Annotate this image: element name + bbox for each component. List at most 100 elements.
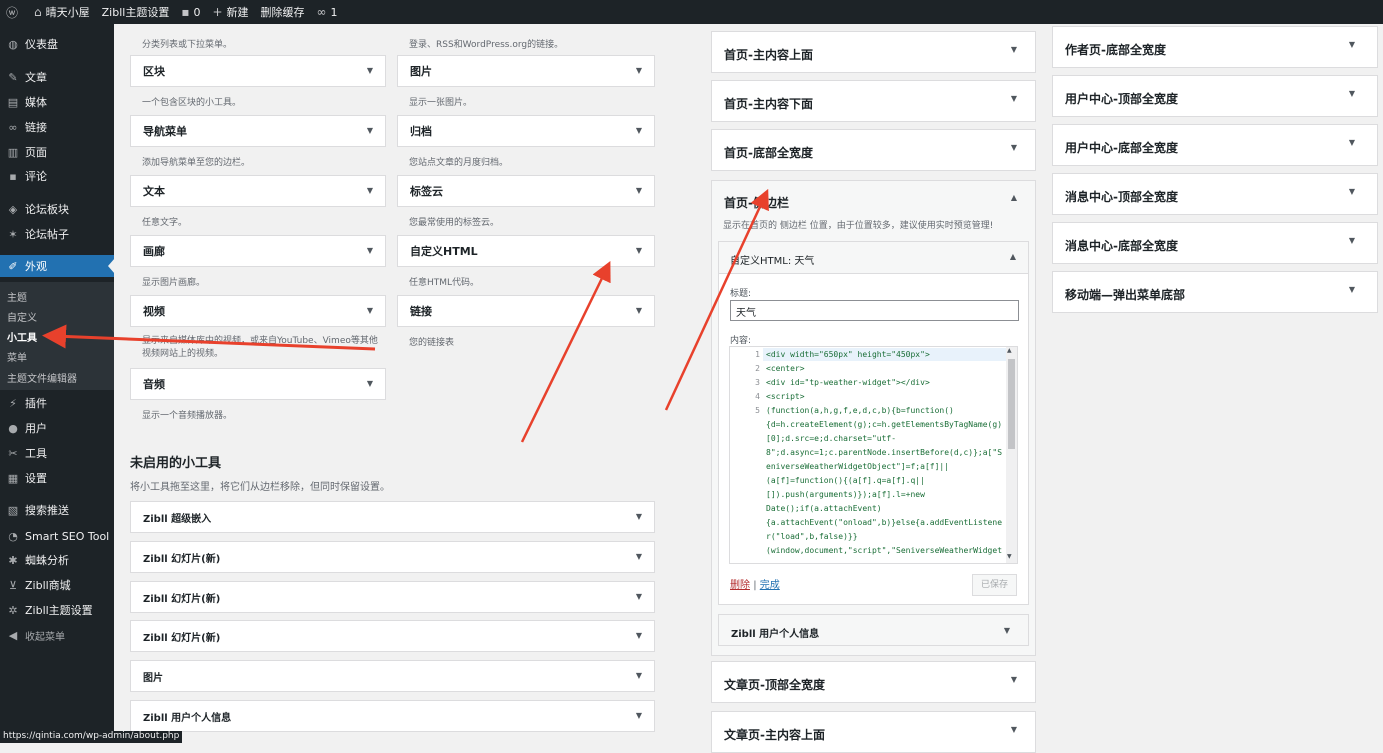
inactive-widget[interactable]: Zibll 用户个人信息 ▼: [130, 700, 655, 732]
submenu-item[interactable]: 自定义: [7, 309, 37, 324]
sidebar-item-tools[interactable]: ✂ 工具: [0, 442, 114, 464]
available-widget[interactable]: 音频 ▼: [130, 368, 386, 400]
scrollbar-thumb[interactable]: [1008, 359, 1015, 449]
widget-header[interactable]: 自定义HTML: 天气 ▲: [719, 242, 1028, 274]
chevron-down-icon[interactable]: ▼: [636, 631, 642, 640]
chevron-down-icon[interactable]: ▼: [367, 379, 373, 388]
chevron-down-icon[interactable]: ▼: [1004, 626, 1010, 635]
inactive-widget[interactable]: Zibll 超级嵌入 ▼: [130, 501, 655, 533]
editor-scrollbar[interactable]: ▲ ▼: [1006, 347, 1017, 563]
sidebar-item-pin[interactable]: ✎ 文章: [0, 66, 114, 88]
sidebar-item-user[interactable]: ● 用户: [0, 417, 114, 439]
chevron-down-icon[interactable]: ▼: [636, 66, 642, 75]
chevron-down-icon[interactable]: ▼: [636, 552, 642, 561]
sidebar-area[interactable]: 文章页-顶部全宽度 ▼: [711, 661, 1036, 703]
widget-user-info[interactable]: Zibll 用户个人信息 ▼: [718, 614, 1029, 646]
title-input[interactable]: 天气: [730, 300, 1019, 321]
available-widget[interactable]: 归档 ▼: [397, 115, 655, 147]
chevron-down-icon[interactable]: ▼: [1349, 285, 1355, 294]
chevron-down-icon[interactable]: ▼: [636, 306, 642, 315]
links-counter[interactable]: ∞ 1: [311, 0, 344, 24]
sidebar-area-title[interactable]: 首页-侧边栏: [724, 194, 789, 211]
sidebar-item-settings[interactable]: ▦ 设置: [0, 467, 114, 489]
submenu-item[interactable]: 菜单: [7, 349, 27, 364]
submenu-item[interactable]: 主题文件编辑器: [7, 370, 77, 385]
sidebar-area[interactable]: 消息中心-顶部全宽度 ▼: [1052, 173, 1378, 215]
sidebar-area[interactable]: 作者页-底部全宽度 ▼: [1052, 26, 1378, 68]
chevron-down-icon[interactable]: ▼: [1011, 675, 1017, 684]
sidebar-item-gear[interactable]: ✲ Zibll主题设置: [0, 599, 114, 621]
sidebar-area[interactable]: 文章页-主内容上面 ▼: [711, 711, 1036, 753]
chevron-down-icon[interactable]: ▼: [367, 306, 373, 315]
sidebar-area[interactable]: 首页-主内容上面 ▼: [711, 31, 1036, 73]
sidebar-item-forum-post[interactable]: ✶ 论坛帖子: [0, 223, 114, 245]
chevron-down-icon[interactable]: ▼: [367, 126, 373, 135]
available-widget[interactable]: 视频 ▼: [130, 295, 386, 327]
sidebar-item-forum-board[interactable]: ◈ 论坛板块: [0, 198, 114, 220]
sidebar-item-page[interactable]: ▥ 页面: [0, 141, 114, 163]
sidebar-item-seo[interactable]: ◔ Smart SEO Tool: [0, 525, 114, 547]
site-name-link[interactable]: ⌂ 晴天小屋: [28, 0, 96, 24]
chevron-up-icon[interactable]: ▲: [1011, 193, 1017, 202]
done-link[interactable]: 完成: [760, 580, 780, 591]
sidebar-item-plugin[interactable]: ⚡ 插件: [0, 392, 114, 414]
available-widget[interactable]: 图片 ▼: [397, 55, 655, 87]
code-editor[interactable]: 1 2 3 4 5 <div width="650px" height="450px"> <…: [729, 346, 1018, 564]
sidebar-item-spider[interactable]: ✱ 蜘蛛分析: [0, 549, 114, 571]
sidebar-item-dashboard[interactable]: ◍ 仪表盘: [0, 33, 114, 55]
available-widget[interactable]: 区块 ▼: [130, 55, 386, 87]
chevron-down-icon[interactable]: ▼: [367, 246, 373, 255]
chevron-down-icon[interactable]: ▼: [1011, 94, 1017, 103]
submenu-item[interactable]: 小工具: [7, 329, 37, 344]
sidebar-item-cart[interactable]: ⊻ Zibll商城: [0, 574, 114, 596]
new-content-link[interactable]: + 新建: [206, 0, 254, 24]
chevron-down-icon[interactable]: ▼: [1011, 143, 1017, 152]
sidebar-area[interactable]: 消息中心-底部全宽度 ▼: [1052, 222, 1378, 264]
chevron-down-icon[interactable]: ▼: [636, 126, 642, 135]
sidebar-area[interactable]: 首页-底部全宽度 ▼: [711, 129, 1036, 171]
chevron-down-icon[interactable]: ▼: [636, 246, 642, 255]
sidebar-item-comment[interactable]: ▪ 评论: [0, 165, 114, 187]
sidebar-area[interactable]: 首页-主内容下面 ▼: [711, 80, 1036, 122]
inactive-widget[interactable]: Zibll 幻灯片(新) ▼: [130, 620, 655, 652]
available-widget[interactable]: 导航菜单 ▼: [130, 115, 386, 147]
sidebar-area[interactable]: 用户中心-底部全宽度 ▼: [1052, 124, 1378, 166]
wordpress-logo[interactable]: ⓦ: [0, 0, 28, 24]
clear-cache-link[interactable]: 删除缓存: [255, 0, 311, 24]
chevron-down-icon[interactable]: ▼: [636, 512, 642, 521]
scroll-up-icon[interactable]: ▲: [1007, 347, 1012, 354]
chevron-down-icon[interactable]: ▼: [1349, 89, 1355, 98]
delete-link[interactable]: 删除: [730, 580, 750, 591]
chevron-down-icon[interactable]: ▼: [1011, 45, 1017, 54]
chevron-down-icon[interactable]: ▼: [1011, 725, 1017, 734]
available-widget[interactable]: 链接 ▼: [397, 295, 655, 327]
sidebar-item-media[interactable]: ▤ 媒体: [0, 91, 114, 113]
comments-link[interactable]: ▪ 0: [175, 0, 206, 24]
chevron-down-icon[interactable]: ▼: [636, 671, 642, 680]
chevron-down-icon[interactable]: ▼: [367, 186, 373, 195]
submenu-item[interactable]: 主题: [7, 289, 27, 304]
available-widget[interactable]: 标签云 ▼: [397, 175, 655, 207]
inactive-widget[interactable]: 图片 ▼: [130, 660, 655, 692]
available-widget[interactable]: 文本 ▼: [130, 175, 386, 207]
sidebar-item-search-push[interactable]: ▧ 搜索推送: [0, 499, 114, 521]
sidebar-area[interactable]: 用户中心-顶部全宽度 ▼: [1052, 75, 1378, 117]
inactive-widget[interactable]: Zibll 幻灯片(新) ▼: [130, 541, 655, 573]
saved-button[interactable]: 已保存: [972, 574, 1017, 596]
inactive-widget[interactable]: Zibll 幻灯片(新) ▼: [130, 581, 655, 613]
sidebar-item-appearance[interactable]: ✐ 外观: [0, 255, 114, 277]
theme-settings-link[interactable]: Zibll主题设置: [96, 0, 176, 24]
available-widget[interactable]: 画廊 ▼: [130, 235, 386, 267]
scroll-down-icon[interactable]: ▼: [1007, 553, 1012, 560]
sidebar-area[interactable]: 移动端—弹出菜单底部 ▼: [1052, 271, 1378, 313]
chevron-down-icon[interactable]: ▼: [1349, 40, 1355, 49]
chevron-up-icon[interactable]: ▲: [1010, 252, 1016, 261]
chevron-down-icon[interactable]: ▼: [1349, 138, 1355, 147]
chevron-down-icon[interactable]: ▼: [1349, 236, 1355, 245]
sidebar-item-link[interactable]: ∞ 链接: [0, 116, 114, 138]
chevron-down-icon[interactable]: ▼: [367, 66, 373, 75]
available-widget[interactable]: 自定义HTML ▼: [397, 235, 655, 267]
chevron-down-icon[interactable]: ▼: [636, 592, 642, 601]
chevron-down-icon[interactable]: ▼: [636, 711, 642, 720]
chevron-down-icon[interactable]: ▼: [636, 186, 642, 195]
